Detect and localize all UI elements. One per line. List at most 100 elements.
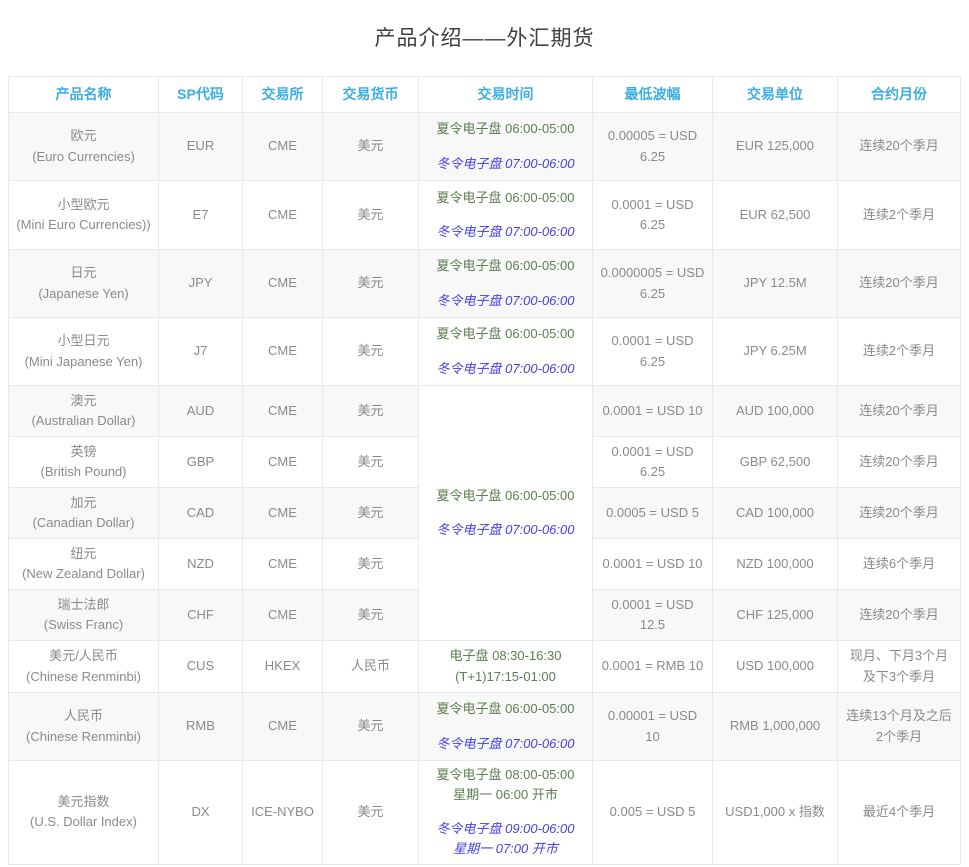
table-header: 产品名称SP代码交易所交易货币交易时间最低波幅交易单位合约月份 <box>9 77 961 113</box>
sp-code-cell: RMB <box>159 693 243 761</box>
currency-cell: 美元 <box>323 539 419 590</box>
exchange-cell: CME <box>243 386 323 437</box>
trading-unit-cell: RMB 1,000,000 <box>713 693 838 761</box>
time-line: 冬令电子盘 07:00-06:00 <box>425 734 586 754</box>
contract-months-cell: 连续20个季月 <box>838 488 961 539</box>
time-line: (T+1)17:15-01:00 <box>425 667 586 687</box>
trading-time-cell: 夏令电子盘 06:00-05:00冬令电子盘 07:00-06:00 <box>419 386 593 641</box>
product-name-en: (New Zealand Dollar) <box>15 564 152 584</box>
exchange-cell: CME <box>243 318 323 386</box>
currency-cell: 美元 <box>323 488 419 539</box>
product-name-cn: 小型日元 <box>15 331 152 351</box>
min-fluctuation-cell: 0.00001 = USD 10 <box>593 693 713 761</box>
currency-cell: 美元 <box>323 318 419 386</box>
currency-cell: 美元 <box>323 181 419 250</box>
product-name-en: (U.S. Dollar Index) <box>15 812 152 832</box>
product-name-cell: 小型欧元(Mini Euro Currencies)) <box>9 181 159 250</box>
time-line: 冬令电子盘 07:00-06:00 <box>425 222 586 242</box>
min-fluctuation-cell: 0.0001 = USD 6.25 <box>593 181 713 250</box>
trading-time-cell: 电子盘 08:30-16:30(T+1)17:15-01:00 <box>419 641 593 693</box>
min-fluctuation-cell: 0.0001 = USD 10 <box>593 386 713 437</box>
contract-months-cell: 连续2个季月 <box>838 318 961 386</box>
min-fluctuation-cell: 0.0001 = RMB 10 <box>593 641 713 693</box>
time-line: 冬令电子盘 07:00-06:00 <box>425 291 586 311</box>
product-name-cn: 澳元 <box>15 391 152 411</box>
contract-months-cell: 连续20个季月 <box>838 437 961 488</box>
min-fluctuation-cell: 0.0001 = USD 12.5 <box>593 590 713 641</box>
product-name-en: (Chinese Renminbi) <box>15 667 152 687</box>
contract-months-cell: 连续6个季月 <box>838 539 961 590</box>
sp-code-cell: NZD <box>159 539 243 590</box>
time-line: 星期一 07:00 开市 <box>425 839 586 859</box>
trading-time-cell: 夏令电子盘 06:00-05:00冬令电子盘 07:00-06:00 <box>419 113 593 181</box>
currency-cell: 美元 <box>323 437 419 488</box>
min-fluctuation-cell: 0.0001 = USD 10 <box>593 539 713 590</box>
header-row: 产品名称SP代码交易所交易货币交易时间最低波幅交易单位合约月份 <box>9 77 961 113</box>
exchange-cell: CME <box>243 693 323 761</box>
sp-code-cell: JPY <box>159 250 243 318</box>
time-summer-session: 夏令电子盘 06:00-05:00 <box>425 324 586 344</box>
time-winter-session: 冬令电子盘 09:00-06:00星期一 07:00 开市 <box>425 819 586 859</box>
product-name-en: (Canadian Dollar) <box>15 513 152 533</box>
trading-unit-cell: CHF 125,000 <box>713 590 838 641</box>
time-line: 夏令电子盘 06:00-05:00 <box>425 699 586 719</box>
table-body: 欧元(Euro Currencies)EURCME美元夏令电子盘 06:00-0… <box>9 113 961 865</box>
time-line: 冬令电子盘 07:00-06:00 <box>425 520 586 540</box>
time-line: 冬令电子盘 07:00-06:00 <box>425 154 586 174</box>
table-row: 澳元(Australian Dollar)AUDCME美元夏令电子盘 06:00… <box>9 386 961 437</box>
product-name-cell: 澳元(Australian Dollar) <box>9 386 159 437</box>
product-name-cn: 人民币 <box>15 706 152 726</box>
time-summer-session: 夏令电子盘 08:00-05:00星期一 06:00 开市 <box>425 765 586 805</box>
product-name-en: (Japanese Yen) <box>15 284 152 304</box>
product-name-cn: 纽元 <box>15 544 152 564</box>
column-header: 交易货币 <box>323 77 419 113</box>
product-name-cn: 瑞士法郎 <box>15 595 152 615</box>
trading-time-cell: 夏令电子盘 08:00-05:00星期一 06:00 开市冬令电子盘 09:00… <box>419 761 593 865</box>
time-winter-session: 冬令电子盘 07:00-06:00 <box>425 359 586 379</box>
time-winter-session: 冬令电子盘 07:00-06:00 <box>425 222 586 242</box>
exchange-cell: HKEX <box>243 641 323 693</box>
trading-unit-cell: JPY 12.5M <box>713 250 838 318</box>
table-row: 小型日元(Mini Japanese Yen)J7CME美元夏令电子盘 06:0… <box>9 318 961 386</box>
column-header: 产品名称 <box>9 77 159 113</box>
product-name-cell: 小型日元(Mini Japanese Yen) <box>9 318 159 386</box>
contract-months-cell: 连续2个季月 <box>838 181 961 250</box>
product-name-cn: 美元指数 <box>15 792 152 812</box>
product-name-cell: 美元/人民币(Chinese Renminbi) <box>9 641 159 693</box>
trading-unit-cell: EUR 62,500 <box>713 181 838 250</box>
product-name-cell: 纽元(New Zealand Dollar) <box>9 539 159 590</box>
column-header: 交易单位 <box>713 77 838 113</box>
sp-code-cell: CHF <box>159 590 243 641</box>
column-header: SP代码 <box>159 77 243 113</box>
column-header: 交易时间 <box>419 77 593 113</box>
time-line: 夏令电子盘 06:00-05:00 <box>425 256 586 276</box>
time-line: 冬令电子盘 09:00-06:00 <box>425 819 586 839</box>
time-summer-session: 夏令电子盘 06:00-05:00 <box>425 188 586 208</box>
product-name-en: (Mini Euro Currencies)) <box>15 215 152 235</box>
product-name-en: (Mini Japanese Yen) <box>15 352 152 372</box>
trading-time-cell: 夏令电子盘 06:00-05:00 冬令电子盘 07:00-06:00 <box>419 693 593 761</box>
min-fluctuation-cell: 0.005 = USD 5 <box>593 761 713 865</box>
product-name-cn: 美元/人民币 <box>15 646 152 666</box>
table-row: 美元指数(U.S. Dollar Index)DXICE-NYBO美元夏令电子盘… <box>9 761 961 865</box>
exchange-cell: CME <box>243 437 323 488</box>
table-row: 日元(Japanese Yen)JPYCME美元夏令电子盘 06:00-05:0… <box>9 250 961 318</box>
column-header: 合约月份 <box>838 77 961 113</box>
exchange-cell: CME <box>243 488 323 539</box>
currency-cell: 美元 <box>323 761 419 865</box>
contract-months-cell: 连续20个季月 <box>838 250 961 318</box>
trading-unit-cell: USD1,000 x 指数 <box>713 761 838 865</box>
table-row: 小型欧元(Mini Euro Currencies))E7CME美元夏令电子盘 … <box>9 181 961 250</box>
min-fluctuation-cell: 0.0005 = USD 5 <box>593 488 713 539</box>
contract-months-cell: 连续20个季月 <box>838 590 961 641</box>
product-name-cell: 英镑(British Pound) <box>9 437 159 488</box>
sp-code-cell: EUR <box>159 113 243 181</box>
time-line: 星期一 06:00 开市 <box>425 785 586 805</box>
trading-unit-cell: EUR 125,000 <box>713 113 838 181</box>
product-name-cell: 美元指数(U.S. Dollar Index) <box>9 761 159 865</box>
product-name-cell: 欧元(Euro Currencies) <box>9 113 159 181</box>
trading-unit-cell: GBP 62,500 <box>713 437 838 488</box>
currency-cell: 美元 <box>323 386 419 437</box>
exchange-cell: ICE-NYBO <box>243 761 323 865</box>
time-summer-session: 夏令电子盘 06:00-05:00 <box>425 256 586 276</box>
